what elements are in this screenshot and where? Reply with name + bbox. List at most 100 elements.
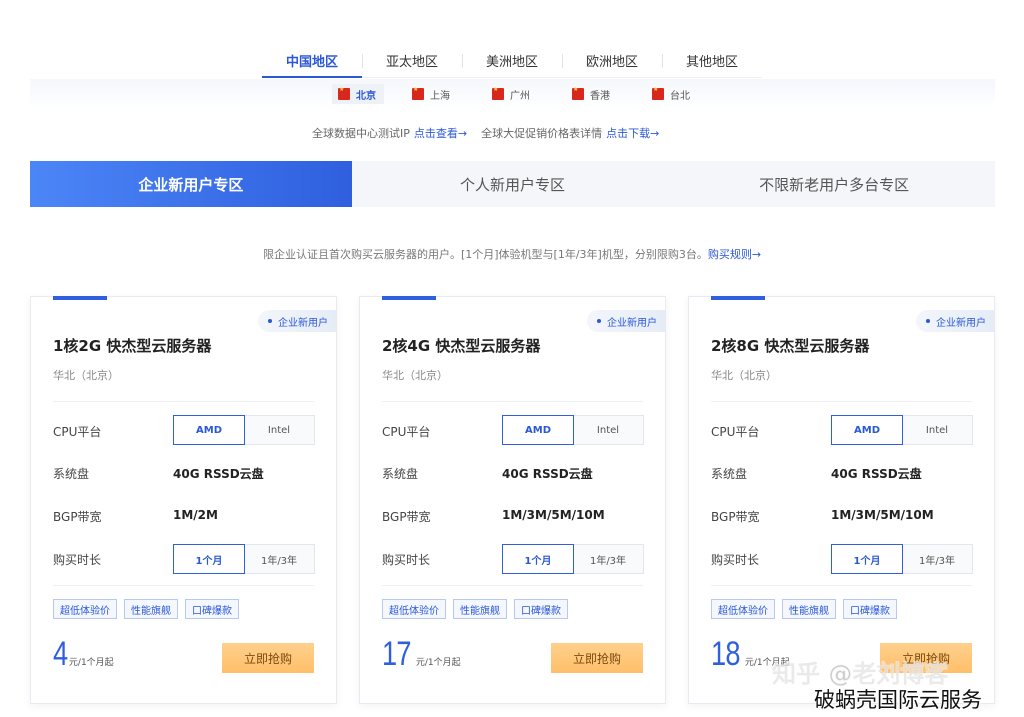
price-amount: 4: [53, 635, 68, 673]
cpu-selector: AMD Intel: [831, 415, 973, 445]
city-guangzhou[interactable]: 广州: [492, 85, 530, 103]
duration-selector: 1个月 1年/3年: [831, 544, 973, 574]
duration-option-1-3-year[interactable]: 1年/3年: [902, 545, 972, 573]
card-title: 2核4G 快杰型云服务器: [382, 337, 541, 355]
feature-tags: 超低体验价 性能旗舰 口碑爆款: [711, 599, 897, 619]
disk-value: 40G RSSD云盘: [173, 467, 264, 481]
tag: 性能旗舰: [782, 599, 836, 619]
duration-label: 购买时长: [382, 553, 431, 567]
bottom-watermark: 破蜗壳国际云服务: [814, 688, 982, 712]
divider: [53, 585, 314, 586]
dot-icon: [926, 319, 930, 323]
bandwidth-value: 1M/2M: [173, 508, 218, 522]
cpu-option-intel[interactable]: Intel: [573, 416, 643, 444]
tag: 超低体验价: [53, 599, 117, 619]
card-location: 华北（北京）: [53, 369, 119, 382]
price-amount: 17: [382, 635, 411, 673]
buy-now-button[interactable]: 立即抢购: [551, 643, 643, 673]
tab-americas[interactable]: 美洲地区: [462, 44, 562, 77]
city-shanghai[interactable]: 上海: [412, 85, 450, 103]
feature-tags: 超低体验价 性能旗舰 口碑爆款: [382, 599, 568, 619]
price: 4 元/1个月起: [53, 637, 114, 671]
card-accent-bar: [711, 296, 765, 300]
tab-other[interactable]: 其他地区: [662, 44, 762, 77]
divider: [53, 401, 314, 402]
city-hongkong[interactable]: 香港: [572, 85, 610, 103]
card-location: 华北（北京）: [711, 369, 777, 382]
tab-china[interactable]: 中国地区: [262, 44, 362, 78]
cpu-selector: AMD Intel: [502, 415, 644, 445]
disk-label: 系统盘: [382, 467, 419, 481]
cpu-option-amd[interactable]: AMD: [831, 415, 903, 445]
city-label: 香港: [590, 90, 610, 102]
test-ip-text: 全球数据中心测试IP: [312, 127, 410, 140]
city-label: 广州: [510, 90, 530, 102]
divider: [711, 585, 972, 586]
promo-text: 全球大促促销价格表详情: [481, 127, 603, 140]
tag: 性能旗舰: [124, 599, 178, 619]
divider: [382, 585, 643, 586]
duration-selector: 1个月 1年/3年: [173, 544, 315, 574]
disk-label: 系统盘: [53, 467, 90, 481]
disk-value: 40G RSSD云盘: [831, 467, 922, 481]
enterprise-badge: 企业新用户: [258, 310, 336, 332]
dot-icon: [268, 319, 272, 323]
china-flag-icon: [412, 86, 424, 100]
card-title: 2核8G 快杰型云服务器: [711, 337, 870, 355]
tab-enterprise-new[interactable]: 企业新用户专区: [30, 161, 352, 207]
buy-now-button[interactable]: 立即抢购: [222, 643, 314, 673]
bandwidth-value: 1M/3M/5M/10M: [831, 508, 934, 522]
card-accent-bar: [382, 296, 436, 300]
cpu-option-amd[interactable]: AMD: [173, 415, 245, 445]
city-label: 上海: [430, 90, 450, 102]
card-location: 华北（北京）: [382, 369, 448, 382]
cpu-option-intel[interactable]: Intel: [902, 416, 972, 444]
tab-personal-new[interactable]: 个人新用户专区: [352, 161, 674, 207]
city-taipei[interactable]: 台北: [652, 85, 690, 103]
divider: [382, 401, 643, 402]
card-title: 1核2G 快杰型云服务器: [53, 337, 212, 355]
duration-option-1-3-year[interactable]: 1年/3年: [244, 545, 314, 573]
purchase-notice: 限企业认证且首次购买云服务器的用户。[1个月]体验机型与[1年/3年]机型，分别…: [0, 246, 1024, 262]
card-accent-bar: [53, 296, 107, 300]
price: 17 元/1个月起: [382, 637, 461, 671]
duration-option-1-3-year[interactable]: 1年/3年: [573, 545, 643, 573]
disk-label: 系统盘: [711, 467, 748, 481]
enterprise-badge: 企业新用户: [587, 310, 665, 332]
city-label: 北京: [356, 90, 376, 102]
price-unit: 元/1个月起: [415, 658, 461, 668]
china-flag-icon: [338, 86, 350, 100]
tab-asia-pacific[interactable]: 亚太地区: [362, 44, 462, 77]
duration-option-1-month[interactable]: 1个月: [502, 544, 574, 574]
feature-tags: 超低体验价 性能旗舰 口碑爆款: [53, 599, 239, 619]
duration-label: 购买时长: [53, 553, 102, 567]
tag: 口碑爆款: [514, 599, 568, 619]
product-card-2: 企业新用户 2核4G 快杰型云服务器 华北（北京） CPU平台 AMD Inte…: [359, 296, 666, 704]
cpu-option-amd[interactable]: AMD: [502, 415, 574, 445]
promo-download-link[interactable]: 点击下载→: [606, 125, 659, 141]
enterprise-badge: 企业新用户: [916, 310, 994, 332]
tab-europe[interactable]: 欧洲地区: [562, 44, 662, 77]
bandwidth-label: BGP带宽: [53, 510, 102, 524]
city-strip: 北京 上海 广州 香港 台北: [30, 79, 995, 109]
cpu-option-intel[interactable]: Intel: [244, 416, 314, 444]
duration-selector: 1个月 1年/3年: [502, 544, 644, 574]
tag: 超低体验价: [711, 599, 775, 619]
bandwidth-value: 1M/3M/5M/10M: [502, 508, 605, 522]
purchase-rules-link[interactable]: 购买规则→: [708, 248, 761, 261]
region-tabs: 中国地区 亚太地区 美洲地区 欧洲地区 其他地区: [262, 44, 762, 78]
bandwidth-label: BGP带宽: [382, 510, 431, 524]
duration-option-1-month[interactable]: 1个月: [831, 544, 903, 574]
test-ip-link[interactable]: 点击查看→: [414, 125, 467, 141]
china-flag-icon: [572, 86, 584, 100]
disk-value: 40G RSSD云盘: [502, 467, 593, 481]
price-unit: 元/1个月起: [68, 658, 114, 668]
bandwidth-label: BGP带宽: [711, 510, 760, 524]
city-label: 台北: [670, 90, 690, 102]
city-beijing[interactable]: 北京: [332, 84, 384, 104]
tab-all-users-multi[interactable]: 不限新老用户多台专区: [673, 161, 995, 207]
price-amount: 18: [711, 635, 740, 673]
cpu-label: CPU平台: [711, 425, 760, 439]
duration-option-1-month[interactable]: 1个月: [173, 544, 245, 574]
china-flag-icon: [492, 86, 504, 100]
